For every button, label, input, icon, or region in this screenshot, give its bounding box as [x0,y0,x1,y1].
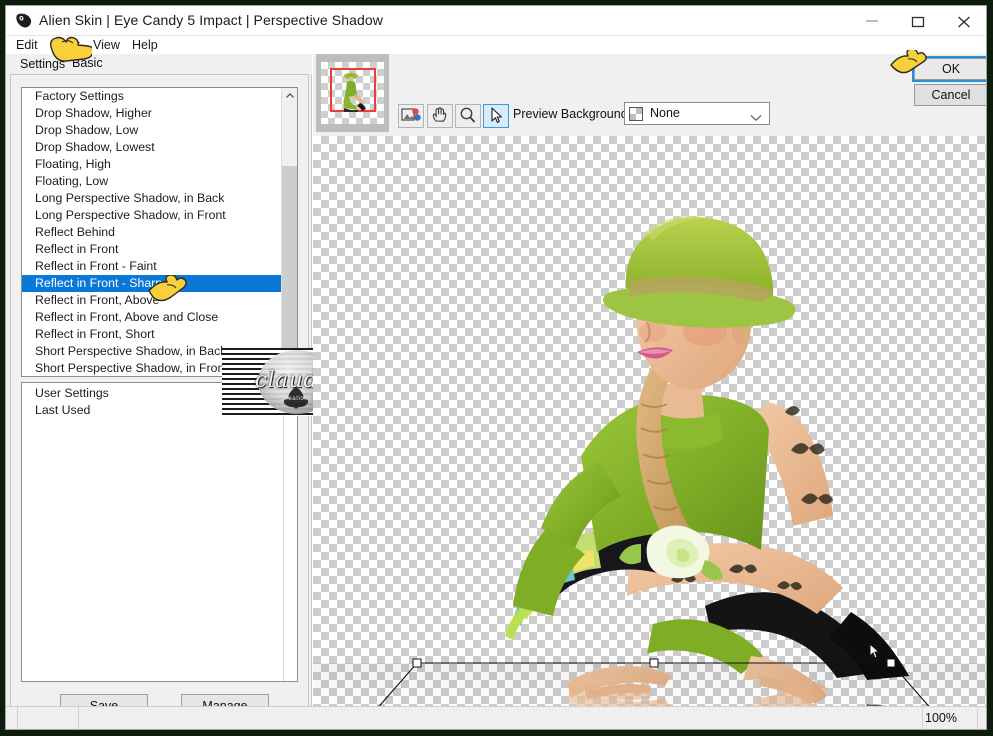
model-figure [503,214,911,706]
pan-hand-tool-button[interactable] [427,104,453,128]
settings-list-item[interactable]: Drop Shadow, Low [22,122,282,139]
right-panel: Preview Background: None OK Cancel [313,54,986,716]
preview-background-value: None [650,106,680,120]
navigator-thumbnail[interactable] [316,54,389,132]
application-frame: Alien Skin | Eye Candy 5 Impact | Perspe… [0,0,993,736]
settings-list-item[interactable]: Drop Shadow, Lowest [22,139,282,156]
chevron-down-icon [750,111,762,125]
settings-list-item[interactable]: Reflect in Front, Above [22,292,282,309]
settings-list-item[interactable]: Drop Shadow, Higher [22,105,282,122]
close-button[interactable] [942,6,986,35]
settings-list-item[interactable]: Long Perspective Shadow, in Back [22,190,282,207]
settings-list-item[interactable]: Reflect in Front [22,241,282,258]
perspective-reflection [313,663,986,711]
factory-settings-listbox[interactable]: Factory Settings Drop Shadow, Higher Drop … [21,87,298,377]
settings-list-item[interactable]: Long Perspective Shadow, in Front [22,207,282,224]
settings-list-item[interactable]: Floating, High [22,156,282,173]
thumbnail-figure [336,70,370,117]
status-divider-1 [17,707,18,729]
status-divider-4 [977,707,978,729]
plugin-window: Alien Skin | Eye Candy 5 Impact | Perspe… [5,5,987,730]
tab-strip: Settings Basic [6,54,312,74]
ok-button[interactable]: OK [914,58,986,80]
preview-background-label: Preview Background: [513,107,632,121]
select-arrow-tool-button[interactable] [483,104,509,128]
user-list-scrollbar [283,383,297,681]
preview-artwork [313,214,986,711]
settings-list-item[interactable]: Floating, Low [22,173,282,190]
settings-list-item[interactable]: Reflect in Front, Short [22,326,282,343]
title-bar: Alien Skin | Eye Candy 5 Impact | Perspe… [6,6,986,36]
preview-background-dropdown[interactable]: None [624,102,770,125]
alien-skin-logo-icon [14,11,34,31]
preview-canvas[interactable] [313,136,986,711]
tab-basic[interactable]: Basic [64,54,111,74]
settings-list-item[interactable]: Reflect Behind [22,224,282,241]
maximize-button[interactable] [896,6,942,35]
status-bar: 100% [6,706,986,729]
status-divider-2 [78,707,79,729]
menu-item-help[interactable]: Help [130,36,160,54]
minimize-button[interactable] [850,6,896,35]
scroll-thumb[interactable] [282,166,297,362]
zoom-magnifier-tool-button[interactable] [455,104,481,128]
window-title: Alien Skin | Eye Candy 5 Impact | Perspe… [39,12,383,28]
zoom-level-label: 100% [925,711,957,725]
scroll-up-arrow-icon[interactable] [282,88,297,104]
menu-item-filter[interactable]: Filter [50,36,82,54]
status-divider-3 [922,707,923,729]
user-settings-listbox[interactable]: User Settings Last Used [21,382,298,682]
navigator-tool-button[interactable] [398,104,424,128]
settings-list-item[interactable]: Reflect in Front, Above and Close [22,309,282,326]
checkerboard-swatch-icon [629,107,643,121]
menu-item-edit[interactable]: Edit [14,36,40,54]
factory-settings-list: Factory Settings Drop Shadow, Higher Drop … [22,88,282,376]
menu-bar: Edit Filter View Help [6,36,986,54]
settings-list-item[interactable]: Reflect in Front - Sharp [22,275,282,292]
settings-list-item[interactable]: Factory Settings [22,88,282,105]
settings-list-item[interactable]: Reflect in Front - Faint [22,258,282,275]
menu-item-view[interactable]: View [91,36,122,54]
left-panel: Settings Basic Factory Settings Drop Shad… [6,54,372,718]
cancel-button[interactable]: Cancel [914,84,986,106]
settings-list-scrollbar[interactable] [281,88,297,376]
